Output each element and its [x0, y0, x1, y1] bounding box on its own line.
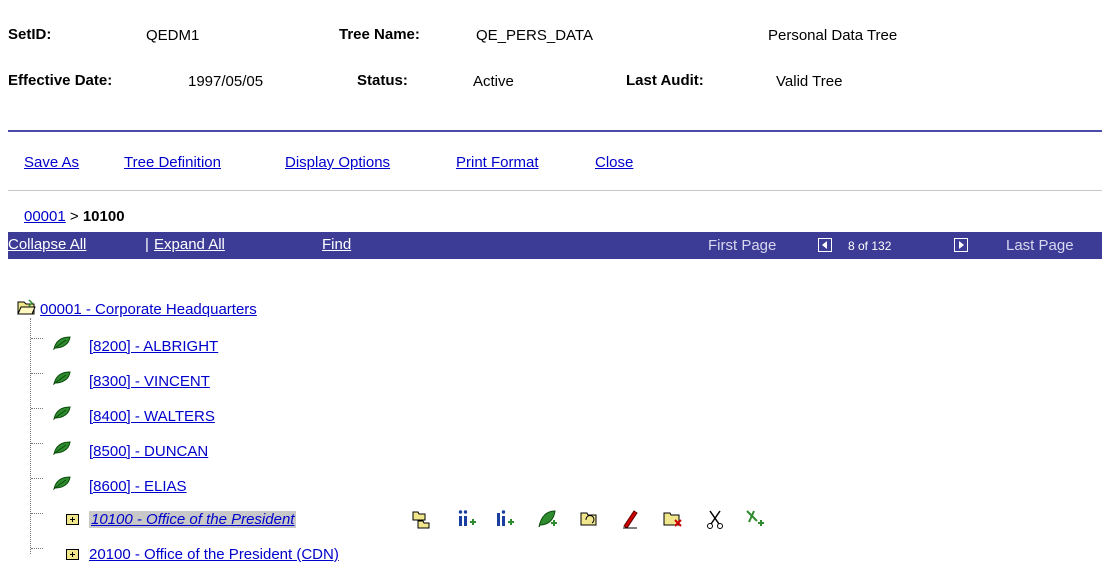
tree-leaf-link[interactable]: [8200] - ALBRIGHT: [89, 338, 218, 355]
insert-sibling-detail-icon[interactable]: [494, 508, 516, 530]
tree-leaf-link[interactable]: [8600] - ELIAS: [89, 478, 187, 495]
setid-value: QEDM1: [146, 27, 200, 44]
status-value: Active: [473, 73, 514, 90]
tree-leaf-link[interactable]: [8300] - VINCENT: [89, 373, 210, 390]
edit-data-icon[interactable]: [620, 508, 642, 530]
navbar-divider: |: [145, 236, 149, 253]
tree-name-value: QE_PERS_DATA: [476, 27, 593, 44]
setid-label: SetID:: [8, 26, 52, 43]
arrow-left-icon: [822, 241, 827, 249]
arrow-right-icon: [959, 241, 964, 249]
status-label: Status:: [357, 72, 408, 89]
tree-connector: [30, 318, 31, 554]
expand-all-link[interactable]: Expand All: [154, 236, 225, 253]
tree-name-label: Tree Name:: [339, 26, 420, 43]
tree-root-link[interactable]: 00001 - Corporate Headquarters: [40, 301, 257, 318]
find-link[interactable]: Find: [322, 236, 351, 253]
effective-date-label: Effective Date:: [8, 72, 113, 89]
save-as-link[interactable]: Save As: [24, 154, 79, 171]
last-audit-label: Last Audit:: [626, 72, 704, 89]
header-divider: [8, 130, 1102, 132]
insert-child-icon[interactable]: [744, 508, 766, 530]
insert-leaf-icon[interactable]: [537, 508, 559, 530]
collapse-all-link[interactable]: Collapse All: [8, 236, 86, 253]
leaf-icon: [53, 476, 71, 490]
leaf-icon: [53, 336, 71, 350]
breadcrumb-separator: >: [69, 208, 79, 225]
tree-leaf-link[interactable]: [8500] - DUNCAN: [89, 443, 208, 460]
breadcrumb-current: 10100: [82, 208, 125, 225]
cut-icon[interactable]: [704, 508, 726, 530]
breadcrumb-root-link[interactable]: 00001: [24, 208, 66, 225]
leaf-icon: [53, 371, 71, 385]
open-folder-icon: [17, 299, 36, 315]
tree-navbar: Collapse All | Expand All Find First Pag…: [8, 232, 1102, 259]
delete-node-icon[interactable]: [662, 508, 684, 530]
display-options-link[interactable]: Display Options: [285, 154, 390, 171]
last-audit-value: Valid Tree: [776, 73, 843, 90]
insert-sibling-icon[interactable]: [410, 508, 432, 530]
leaf-icon: [53, 406, 71, 420]
expand-node-icon[interactable]: [66, 549, 79, 560]
leaf-icon: [53, 441, 71, 455]
insert-child-detail-icon[interactable]: [456, 508, 478, 530]
expand-node-icon[interactable]: [66, 514, 79, 525]
close-link[interactable]: Close: [595, 154, 633, 171]
effective-date-value: 1997/05/05: [188, 73, 264, 90]
next-page-button[interactable]: [954, 238, 968, 252]
last-page-label[interactable]: Last Page: [1006, 237, 1074, 254]
breadcrumb: 00001 > 10100: [24, 208, 125, 225]
first-page-label[interactable]: First Page: [708, 237, 776, 254]
page-counter: 8 of 132: [848, 239, 892, 253]
move-node-icon[interactable]: [578, 508, 600, 530]
tree-node-link[interactable]: 20100 - Office of the President (CDN): [89, 546, 339, 563]
menu-divider: [8, 190, 1102, 191]
print-format-link[interactable]: Print Format: [456, 154, 539, 171]
tree-description: Personal Data Tree: [768, 27, 898, 44]
tree-leaf-link[interactable]: [8400] - WALTERS: [89, 408, 215, 425]
tree-definition-link[interactable]: Tree Definition: [124, 154, 221, 171]
tree-node-link[interactable]: 10100 - Office of the President: [89, 511, 297, 528]
previous-page-button[interactable]: [818, 238, 832, 252]
